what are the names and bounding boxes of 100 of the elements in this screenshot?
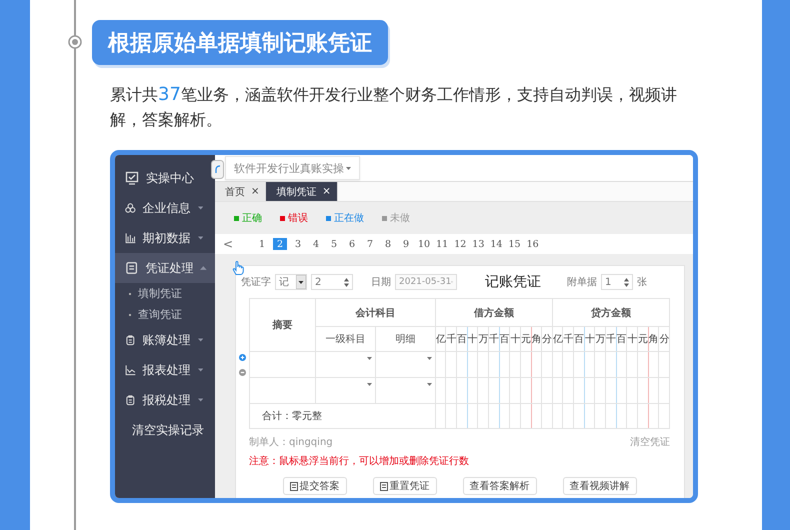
column-header: 贷方金额 [552, 298, 670, 326]
field-label: 日期 [371, 276, 391, 289]
sidebar-item[interactable]: 实操中心 [115, 163, 211, 193]
legend-label: 正确 [242, 212, 262, 225]
action-button[interactable]: 查看视频讲解 [562, 477, 636, 495]
caret-icon[interactable] [366, 357, 372, 360]
column-header: 摘要 [249, 298, 316, 352]
collapse-icon[interactable] [211, 160, 224, 179]
sidebar-item[interactable]: 凭证处理 [115, 253, 215, 283]
clipboard-icon [125, 393, 136, 407]
page-link[interactable]: 16 [526, 238, 540, 250]
caret-icon[interactable] [426, 383, 432, 386]
intro-paragraph: 累计共37笔业务，涵盖软件开发行业整个财务工作情形，支持自动判误，视频讲解，答案解析。 [110, 83, 678, 131]
legend-label: 未做 [390, 212, 410, 225]
digit-header: 十 [510, 326, 520, 352]
sidebar-item[interactable]: 账簿处理 [115, 325, 211, 355]
tab[interactable]: 填制凭证 × [266, 182, 338, 201]
hint-text: 注意：鼠标悬浮当前行，可以增加或删除凭证行数 [249, 454, 470, 468]
column-header: 明细 [375, 326, 436, 352]
field-label: 凭证字 [241, 276, 271, 289]
action-button[interactable]: 查看答案解析 [462, 477, 536, 495]
digit-header: 十 [584, 326, 595, 352]
page-link[interactable]: 5 [327, 238, 341, 250]
field-label: 附单据 [567, 276, 597, 289]
tab[interactable]: 首页 × [215, 182, 266, 201]
sidebar-item[interactable]: 报表处理 [115, 355, 211, 385]
page-link[interactable]: 4 [309, 238, 323, 250]
dropdown-icon [296, 275, 306, 289]
digit-header: 千 [606, 326, 616, 352]
remove-row-icon[interactable] [238, 369, 246, 376]
digit-header: 分 [658, 326, 670, 352]
page-link[interactable]: 7 [363, 238, 377, 250]
digit-header: 百 [574, 326, 584, 352]
digit-header: 千 [446, 326, 457, 352]
digit-header: 百 [499, 326, 510, 352]
bar-chart-icon [125, 231, 136, 245]
page-link[interactable]: 14 [489, 238, 504, 250]
digit-header: 十 [467, 326, 478, 352]
page-link[interactable]: 1 [255, 238, 269, 250]
document-icon [380, 482, 388, 490]
action-button[interactable]: 重置凭证 [372, 477, 436, 495]
page-link[interactable]: 6 [345, 238, 359, 250]
voucher-word-select[interactable]: 记 [275, 274, 307, 290]
digit-header: 元 [520, 326, 532, 352]
digit-header: 万 [478, 326, 488, 352]
page-link[interactable]: 12 [453, 238, 468, 250]
circles-icon [125, 201, 136, 215]
section-heading: 根据原始单据填制记账凭证 [92, 20, 388, 65]
column-header: 会计科目 [315, 298, 436, 326]
digit-header: 千 [562, 326, 574, 352]
field-label: 张 [637, 276, 647, 289]
page-link[interactable]: 13 [471, 238, 486, 250]
page-link[interactable]: 8 [381, 238, 395, 250]
monitor-icon [125, 171, 139, 185]
close-icon[interactable]: × [322, 186, 331, 197]
spinner-icon[interactable] [344, 278, 349, 286]
legend-label: 正在做 [334, 212, 364, 225]
summary-cell[interactable] [249, 378, 316, 404]
spinner-icon[interactable] [624, 278, 629, 286]
preparer-text: 制单人：qingqing [249, 436, 333, 449]
page-link[interactable]: 3 [291, 238, 305, 250]
digit-header: 百 [456, 326, 468, 352]
digit-header: 角 [531, 326, 542, 352]
submenu-item[interactable]: 填制凭证 [115, 283, 215, 304]
close-icon[interactable]: × [251, 186, 260, 197]
attachment-count-field[interactable]: 1 [601, 274, 633, 290]
sidebar-item[interactable]: 清空实操记录 [115, 415, 211, 445]
digit-header: 分 [542, 326, 552, 352]
page-link[interactable]: 9 [399, 238, 413, 250]
digit-header: 千 [488, 326, 500, 352]
page-link[interactable]: 11 [435, 238, 450, 250]
caret-icon[interactable] [426, 357, 432, 360]
add-row-icon[interactable] [238, 354, 246, 361]
column-header: 一级科目 [315, 326, 376, 352]
page-link[interactable]: 15 [507, 238, 522, 250]
document-icon [290, 482, 298, 490]
previous-page-button[interactable]: < [221, 238, 235, 250]
digit-header: 百 [616, 326, 627, 352]
voucher-title: 记账凭证 [485, 273, 541, 291]
page-link[interactable]: 10 [417, 238, 432, 250]
column-header: 借方金额 [435, 298, 552, 326]
digit-header: 角 [648, 326, 659, 352]
sidebar-item[interactable]: 期初数据 [115, 223, 211, 253]
sidebar-item[interactable]: 企业信息 [115, 193, 211, 223]
total-text: 合计：零元整 [262, 411, 322, 422]
company-select[interactable]: 软件开发行业真账实操 [225, 156, 360, 180]
caret-icon [346, 166, 351, 170]
caret-icon[interactable] [366, 383, 372, 386]
action-button[interactable]: 提交答案 [282, 477, 346, 495]
line-chart-icon [125, 363, 136, 377]
digit-header: 元 [637, 326, 648, 352]
submenu-item[interactable]: 查询凭证 [115, 304, 215, 325]
digit-header: 亿 [552, 326, 563, 352]
number-field[interactable]: 2 [311, 274, 353, 290]
digit-header: 万 [594, 326, 606, 352]
digit-header: 亿 [435, 326, 446, 352]
digit-header: 十 [626, 326, 638, 352]
sidebar-item[interactable]: 报税处理 [115, 385, 211, 415]
summary-cell[interactable] [249, 352, 316, 378]
document-icon [125, 261, 138, 275]
